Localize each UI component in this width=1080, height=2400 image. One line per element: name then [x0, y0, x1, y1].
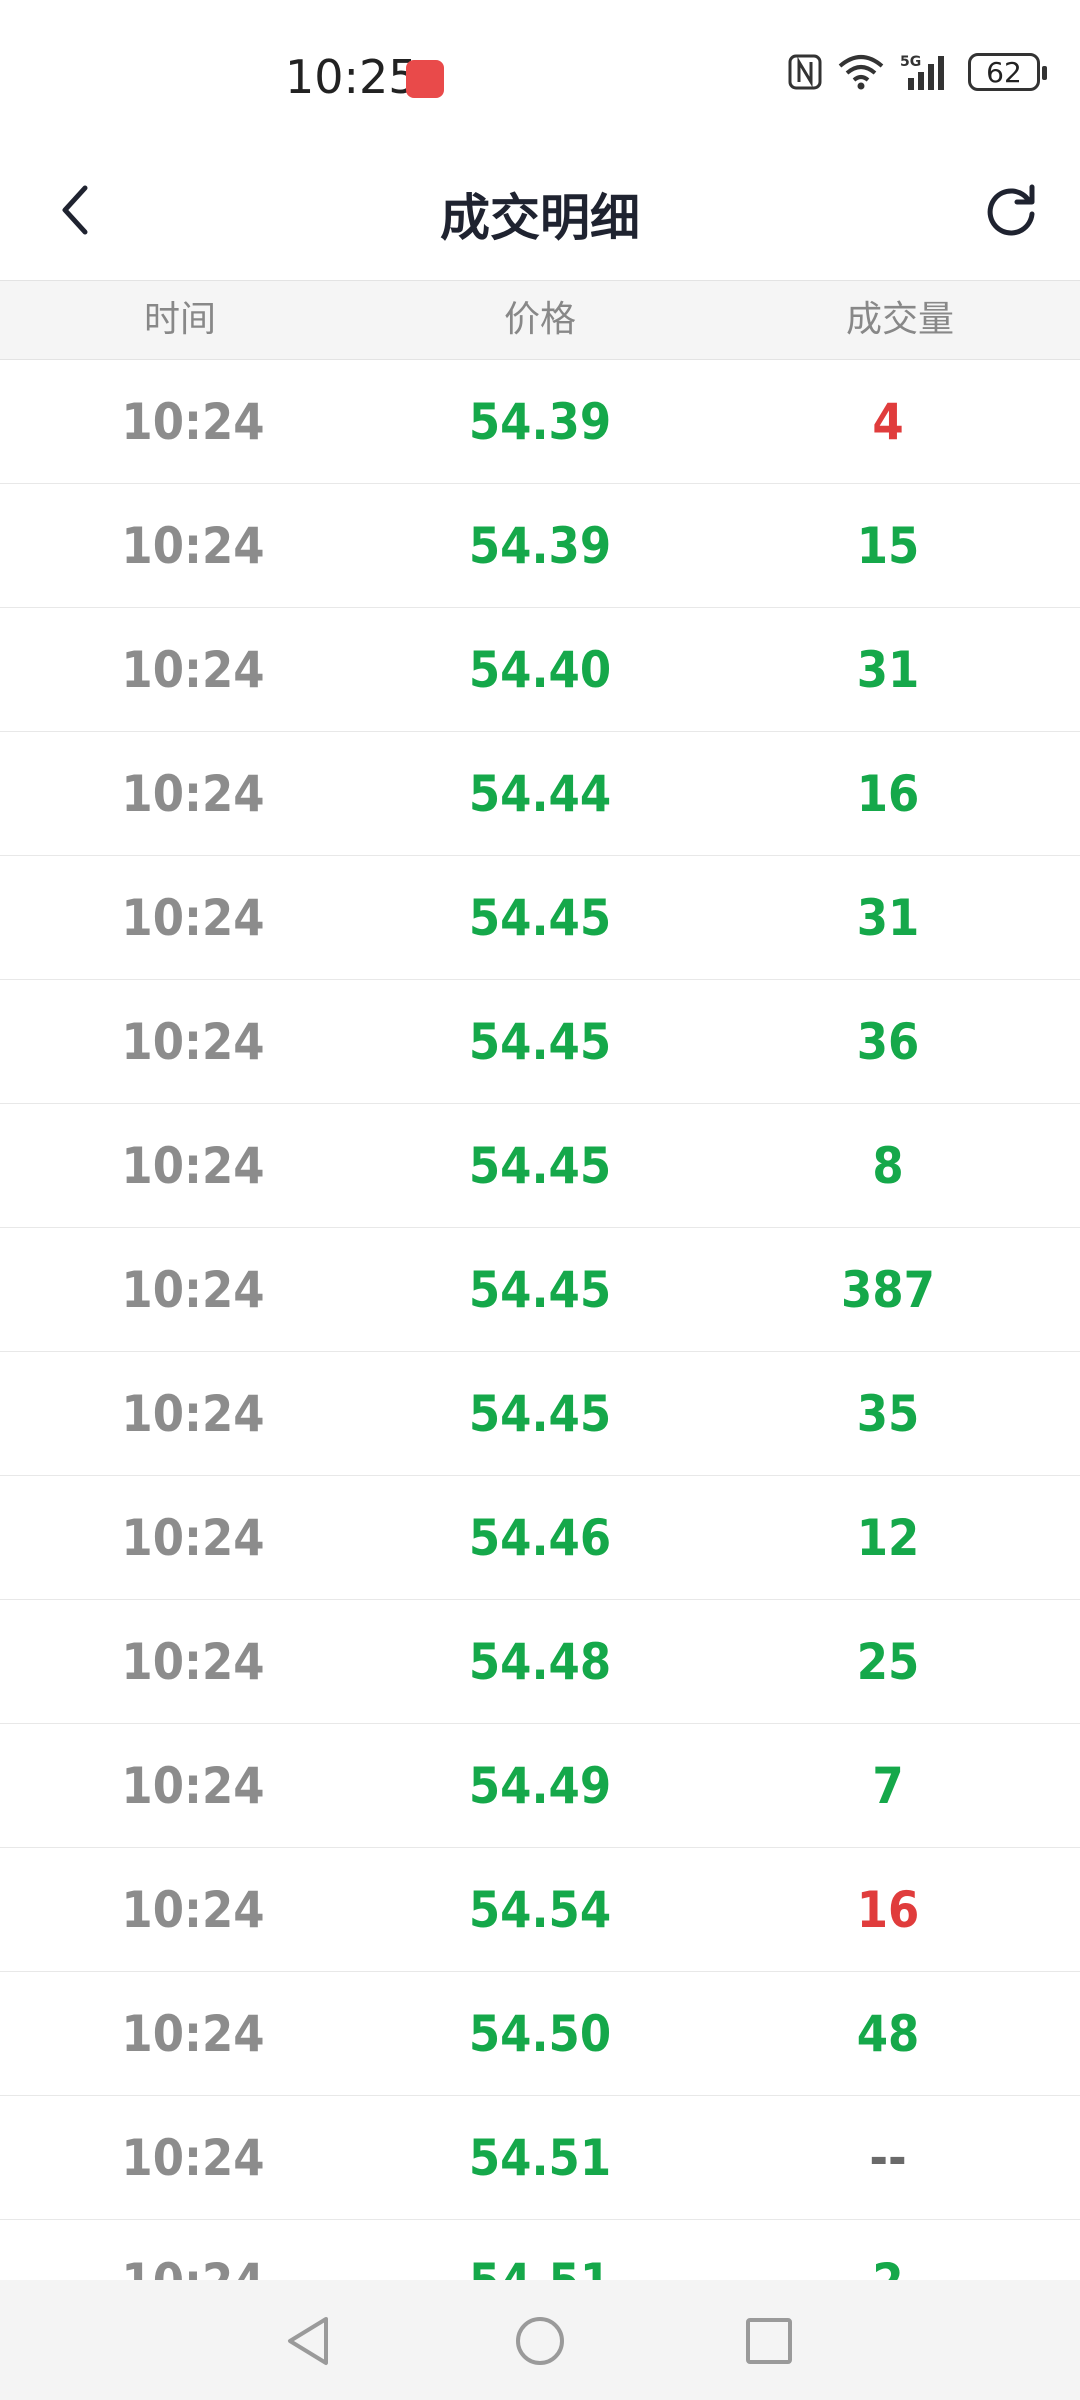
trade-volume: 12: [856, 1509, 920, 1567]
system-navigation-bar: [0, 2280, 1080, 2400]
status-icons: 5G 62: [788, 52, 1047, 92]
trade-price: 54.39: [468, 393, 612, 451]
trade-price: 54.40: [468, 641, 612, 699]
table-row: 10:24 54.40 31: [0, 608, 1080, 732]
trade-time: 10:24: [121, 765, 265, 823]
trade-volume: 8: [872, 1137, 904, 1195]
trade-detail-screen: 10:25 5G 62 成交明细 时间 价格 成交量 10:24 54.39 4…: [0, 0, 1080, 2400]
trade-time: 10:24: [121, 889, 265, 947]
trade-time: 10:24: [121, 2005, 265, 2063]
trade-time: 10:24: [121, 1509, 265, 1567]
nav-recent-icon: [746, 2318, 792, 2364]
trade-volume: 16: [856, 765, 920, 823]
status-bar: 10:25 5G 62: [0, 0, 1080, 140]
trade-volume: 387: [841, 1261, 935, 1319]
trade-volume: 31: [856, 641, 920, 699]
column-header-volume: 成交量: [845, 299, 954, 340]
table-header: 时间 价格 成交量: [0, 280, 1080, 360]
trade-volume: 2: [758, 2220, 1018, 2280]
trade-volume: 36: [856, 1013, 920, 1071]
trade-volume: 48: [856, 2005, 920, 2063]
trade-time: 10:24: [121, 641, 265, 699]
nav-back-button[interactable]: [273, 2306, 343, 2376]
top-app-bar: 成交明细: [0, 140, 1080, 280]
trade-price: 54.45: [468, 1385, 612, 1443]
network-type-label: 5G: [900, 54, 921, 70]
trade-price: 54.48: [468, 1633, 612, 1691]
nav-home-button[interactable]: [505, 2306, 575, 2376]
nav-back-icon: [288, 2317, 328, 2365]
column-header-time: 时间: [143, 299, 216, 340]
trade-price: 54.51: [410, 2220, 670, 2280]
table-row: 10:24 54.45 387: [0, 1228, 1080, 1352]
trade-price: 54.39: [468, 517, 612, 575]
trade-time: 10:24: [121, 1881, 265, 1939]
table-row: 10:24 54.45 35: [0, 1352, 1080, 1476]
table-row: 10:24 54.51 2: [0, 2220, 1080, 2280]
trade-time: 10:24: [121, 1137, 265, 1195]
battery-icon: 62: [968, 53, 1047, 91]
trade-price: 54.51: [468, 2129, 612, 2187]
page-title: 成交明细: [440, 189, 640, 247]
column-header-price: 价格: [503, 299, 576, 340]
trade-volume: 31: [856, 889, 920, 947]
trade-price: 54.44: [468, 765, 612, 823]
trade-price: 54.46: [468, 1509, 612, 1567]
table-row: 10:24 54.48 25: [0, 1600, 1080, 1724]
table-row: 10:24 54.39 15: [0, 484, 1080, 608]
trade-time: 10:24: [121, 393, 265, 451]
nav-home-icon: [516, 2317, 564, 2365]
trade-volume: 16: [856, 1881, 920, 1939]
trade-time: 10:24: [121, 1013, 265, 1071]
trade-volume: --: [869, 2129, 907, 2187]
trade-price: 54.45: [468, 1013, 612, 1071]
trade-price: 54.45: [468, 1261, 612, 1319]
trade-price: 54.49: [468, 1757, 612, 1815]
trade-price: 54.45: [468, 1137, 612, 1195]
trade-price: 54.50: [468, 2005, 612, 2063]
table-row: 10:24 54.50 48: [0, 1972, 1080, 2096]
refresh-icon: [987, 184, 1035, 236]
trade-time: 10:24: [121, 1757, 265, 1815]
nav-recent-button[interactable]: [734, 2306, 804, 2376]
wifi-icon: [836, 52, 886, 92]
refresh-button[interactable]: [976, 175, 1046, 245]
table-row: 10:24 54.45 8: [0, 1104, 1080, 1228]
table-row: 10:24 54.51 --: [0, 2096, 1080, 2220]
table-row: 10:24 54.45 36: [0, 980, 1080, 1104]
trade-time: 10:24: [121, 1633, 265, 1691]
trade-list[interactable]: 10:24 54.39 4 10:24 54.39 15 10:24 54.40…: [0, 360, 1080, 2280]
table-row: 10:24 54.45 31: [0, 856, 1080, 980]
trade-volume: 7: [872, 1757, 904, 1815]
trade-time: 10:24: [121, 2129, 265, 2187]
nfc-icon: [788, 52, 822, 92]
trade-volume: 15: [856, 517, 920, 575]
trade-time: 10:24: [121, 1385, 265, 1443]
trade-volume: 25: [856, 1633, 920, 1691]
trade-price: 54.54: [468, 1881, 612, 1939]
trade-volume: 35: [856, 1385, 920, 1443]
trade-time: 10:24: [121, 1261, 265, 1319]
table-row: 10:24 54.49 7: [0, 1724, 1080, 1848]
app-notification-icon: [406, 60, 444, 98]
table-row: 10:24 54.39 4: [0, 360, 1080, 484]
trade-price: 54.45: [468, 889, 612, 947]
status-time: 10:25: [285, 50, 418, 104]
trade-time: 10:24: [63, 2220, 323, 2280]
table-row: 10:24 54.54 16: [0, 1848, 1080, 1972]
trade-time: 10:24: [121, 517, 265, 575]
trade-volume: 4: [872, 393, 904, 451]
signal-icon: 5G: [900, 52, 954, 92]
table-row: 10:24 54.44 16: [0, 732, 1080, 856]
table-row: 10:24 54.46 12: [0, 1476, 1080, 1600]
